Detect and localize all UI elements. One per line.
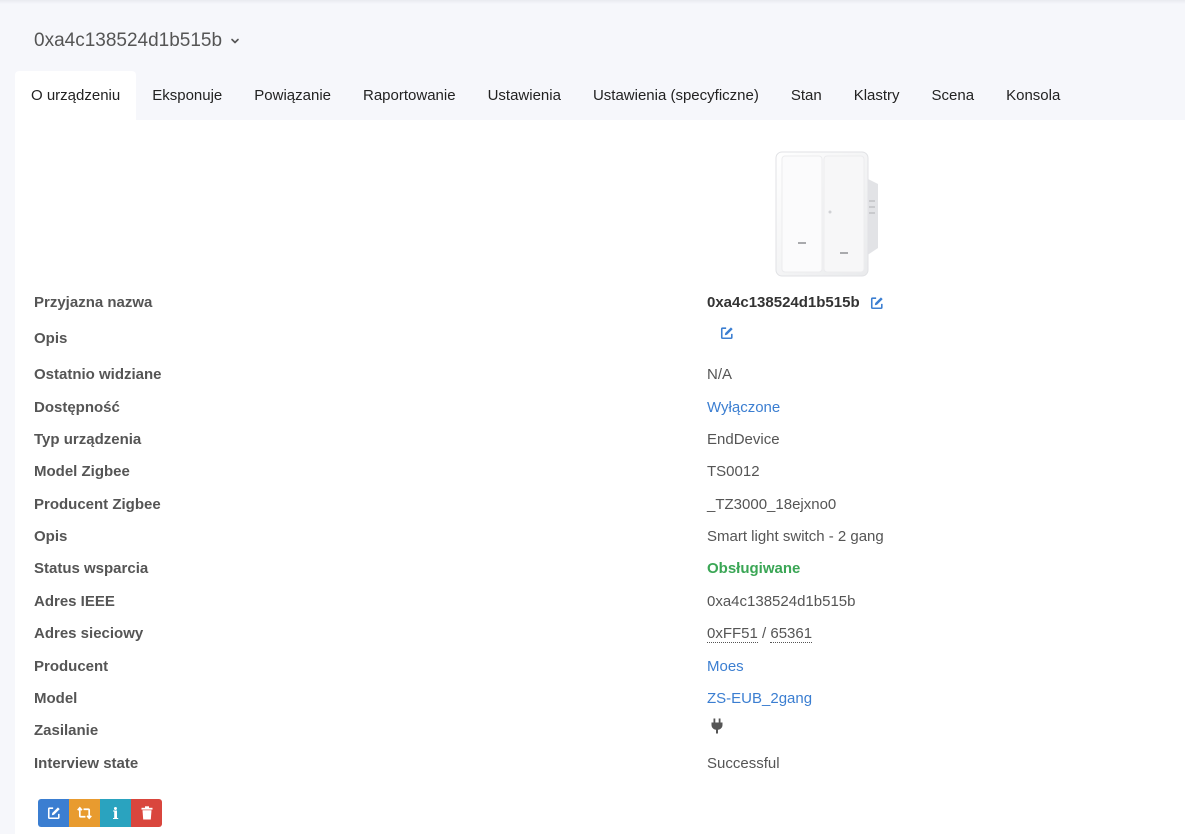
info-row-description: Opis Smart light switch - 2 gang [15, 524, 1185, 550]
interview-state-label: Interview state [34, 755, 139, 772]
power-label: Zasilanie [34, 722, 99, 739]
support-status-link[interactable]: Obsługiwane [707, 556, 800, 582]
description-edit-label: Opis [34, 330, 68, 347]
info-row-device-type: Typ urządzenia EndDevice [15, 427, 1185, 453]
support-status-label: Status wsparcia [34, 560, 149, 577]
device-action-buttons: i [38, 799, 162, 827]
friendly-name-label: Przyjazna nazwa [34, 294, 153, 311]
last-seen-label: Ostatnio widziane [34, 366, 162, 383]
device-type-value: EndDevice [707, 431, 780, 448]
chevron-down-icon [231, 38, 239, 44]
device-image [775, 151, 878, 277]
description-label: Opis [34, 528, 68, 545]
refresh-icon [77, 806, 92, 820]
tab-bind[interactable]: Powiązanie [238, 71, 347, 120]
device-type-label: Typ urządzenia [34, 431, 142, 448]
edit-icon[interactable] [870, 296, 884, 310]
manufacturer-label: Producent [34, 658, 109, 675]
model-link[interactable]: ZS-EUB_2gang [707, 686, 812, 712]
ieee-address-value: 0xa4c138524d1b515b [707, 593, 856, 610]
tab-settings-specific[interactable]: Ustawienia (specyficzne) [577, 71, 775, 120]
plug-icon [711, 718, 723, 734]
info-row-description-edit: Opis [15, 326, 1185, 352]
reconfigure-button[interactable] [69, 799, 100, 827]
info-row-availability: Dostępność Wyłączone [15, 395, 1185, 421]
network-address-dec: 65361 [770, 624, 813, 643]
tab-about[interactable]: O urządzeniu [15, 71, 137, 120]
zigbee-model-label: Model Zigbee [34, 463, 130, 480]
info-row-model: Model ZS-EUB_2gang [15, 686, 1185, 712]
zigbee-manufacturer-value: _TZ3000_18ejxno0 [707, 496, 837, 513]
zigbee-model-value: TS0012 [707, 463, 760, 480]
tab-scene[interactable]: Scena [916, 71, 991, 120]
info-row-zigbee-model: Model Zigbee TS0012 [15, 459, 1185, 485]
tab-exposes[interactable]: Eksponuje [136, 71, 238, 120]
zigbee-manufacturer-label: Producent Zigbee [34, 496, 161, 513]
info-row-last-seen: Ostatnio widziane N/A [15, 362, 1185, 388]
edit-device-button[interactable] [38, 799, 69, 827]
tab-state[interactable]: Stan [775, 71, 838, 120]
info-row-friendly-name: Przyjazna nazwa 0xa4c138524d1b515b [15, 290, 1185, 316]
network-address-label: Adres sieciowy [34, 625, 144, 642]
manufacturer-link[interactable]: Moes [707, 654, 744, 680]
description-value: Smart light switch - 2 gang [707, 528, 884, 545]
topbar-shadow [0, 0, 1185, 4]
device-select-value: 0xa4c138524d1b515b [34, 30, 223, 51]
info-row-network-address: Adres sieciowy 0xFF51 / 65361 [15, 621, 1185, 647]
power-value [710, 718, 724, 734]
description-edit-group [720, 326, 734, 340]
tab-settings[interactable]: Ustawienia [472, 71, 577, 120]
tab-clusters[interactable]: Klastry [838, 71, 916, 120]
info-row-zigbee-manufacturer: Producent Zigbee _TZ3000_18ejxno0 [15, 492, 1185, 518]
friendly-name-value-group: 0xa4c138524d1b515b [707, 290, 884, 316]
tab-console[interactable]: Konsola [990, 71, 1076, 120]
last-seen-value: N/A [707, 366, 733, 383]
edit-icon[interactable] [720, 326, 734, 340]
interview-state-value: Successful [707, 755, 780, 772]
ieee-address-label: Adres IEEE [34, 593, 115, 610]
network-address-separator: / [757, 625, 771, 642]
availability-link[interactable]: Wyłączone [707, 395, 780, 421]
tab-bar: O urządzeniu Eksponuje Powiązanie Raport… [15, 71, 1076, 120]
model-label: Model [34, 690, 78, 707]
device-select[interactable]: 0xa4c138524d1b515b [34, 30, 240, 52]
trash-icon [141, 806, 152, 820]
interview-info-button[interactable]: i [100, 799, 131, 827]
info-row-power: Zasilanie [15, 718, 1185, 744]
info-row-manufacturer: Producent Moes [15, 654, 1185, 680]
network-address-hex: 0xFF51 [707, 624, 758, 643]
info-row-interview-state: Interview state Successful [15, 751, 1185, 777]
info-row-support-status: Status wsparcia Obsługiwane [15, 556, 1185, 582]
friendly-name-value: 0xa4c138524d1b515b [707, 294, 860, 311]
info-row-ieee-address: Adres IEEE 0xa4c138524d1b515b [15, 589, 1185, 615]
network-address-group: 0xFF51 / 65361 [707, 621, 813, 647]
edit-icon [47, 807, 60, 820]
device-info-panel: Przyjazna nazwa 0xa4c138524d1b515b Opis … [15, 120, 1185, 834]
remove-device-button[interactable] [131, 799, 162, 827]
tab-reporting[interactable]: Raportowanie [347, 71, 472, 120]
availability-label: Dostępność [34, 399, 120, 416]
